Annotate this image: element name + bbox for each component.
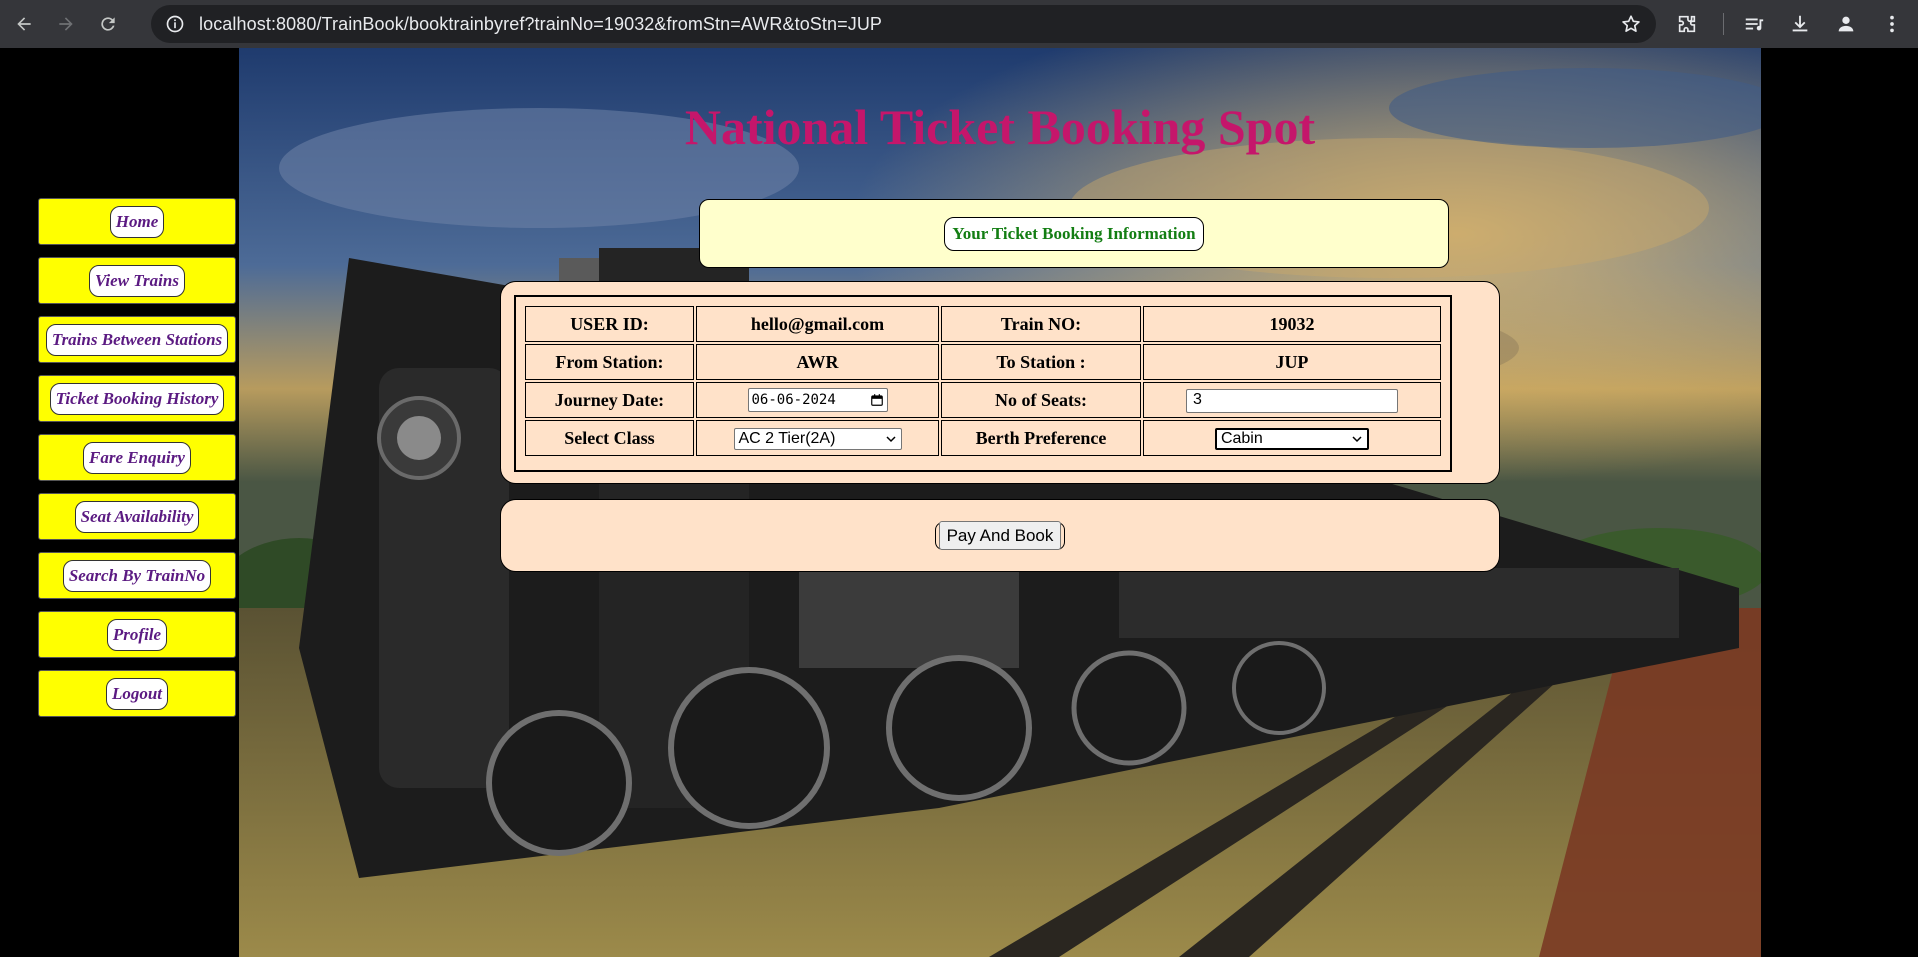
sidebar-item-view-trains[interactable]: View Trains — [38, 257, 236, 304]
site-info-icon[interactable] — [161, 10, 189, 38]
journey-date-label: Journey Date: — [525, 382, 694, 418]
select-class-label: Select Class — [525, 420, 694, 456]
train-no-label: Train NO: — [941, 306, 1141, 342]
star-icon[interactable] — [1620, 13, 1642, 35]
sidebar-link-view-trains[interactable]: View Trains — [89, 264, 185, 297]
class-select[interactable]: AC 2 Tier(2A) — [733, 427, 902, 450]
journey-date-value: 06-06-2024 — [751, 392, 836, 408]
class-select-value: AC 2 Tier(2A) — [738, 429, 836, 447]
sidebar-link-profile[interactable]: Profile — [106, 618, 168, 651]
extensions-button[interactable] — [1667, 4, 1707, 44]
user-id-value: hello@gmail.com — [695, 306, 940, 342]
browser-toolbar: localhost:8080/TrainBook/booktrainbyref?… — [0, 0, 1918, 48]
pay-button-frame: Pay And Book — [934, 520, 1066, 550]
booking-heading: Your Ticket Booking Information — [944, 216, 1204, 251]
booking-form-table: USER ID: hello@gmail.com Train NO: 19032… — [514, 295, 1452, 472]
sidebar-link-seat-availability[interactable]: Seat Availability — [74, 500, 200, 533]
profile-button[interactable] — [1826, 4, 1866, 44]
sidebar-item-profile[interactable]: Profile — [38, 611, 236, 658]
berth-preference-cell: Cabin — [1142, 420, 1441, 456]
arrow-right-icon — [59, 17, 73, 31]
download-icon — [1792, 15, 1808, 32]
playlist-icon — [1745, 18, 1764, 31]
table-row: From Station: AWR To Station : JUP — [525, 344, 1441, 380]
pay-panel: Pay And Book — [500, 499, 1500, 572]
booking-heading-panel: Your Ticket Booking Information — [699, 199, 1449, 268]
sidebar-link-search-by-trainno[interactable]: Search By TrainNo — [62, 559, 212, 592]
booking-grid: USER ID: hello@gmail.com Train NO: 19032… — [523, 304, 1443, 458]
table-row: Journey Date: 06-06-2024 No of Seats: 3 — [525, 382, 1441, 418]
more-vert-icon — [1890, 15, 1894, 33]
sidebar-item-seat-availability[interactable]: Seat Availability — [38, 493, 236, 540]
back-button[interactable] — [6, 6, 42, 42]
seats-cell: 3 — [1142, 382, 1441, 418]
table-row: Select Class AC 2 Tier(2A) Berth Prefere… — [525, 420, 1441, 456]
sidebar-item-search-by-trainno[interactable]: Search By TrainNo — [38, 552, 236, 599]
reading-list-button[interactable] — [1734, 4, 1774, 44]
berth-preference-label: Berth Preference — [941, 420, 1141, 456]
browser-actions — [1667, 0, 1918, 48]
select-class-cell: AC 2 Tier(2A) — [695, 420, 940, 456]
berth-select[interactable]: Cabin — [1214, 427, 1369, 450]
sidebar-item-home[interactable]: Home — [38, 198, 236, 245]
sidebar-link-home[interactable]: Home — [109, 205, 165, 238]
journey-date-input[interactable]: 06-06-2024 — [747, 388, 888, 412]
arrow-left-icon — [17, 17, 31, 31]
sidebar-item-ticket-booking-history[interactable]: Ticket Booking History — [38, 375, 236, 422]
reload-button[interactable] — [90, 6, 126, 42]
booking-form-panel: USER ID: hello@gmail.com Train NO: 19032… — [500, 281, 1500, 484]
chevron-down-icon — [1352, 435, 1362, 442]
toolbar-divider — [1723, 13, 1724, 35]
user-id-label: USER ID: — [525, 306, 694, 342]
puzzle-icon — [1678, 15, 1696, 33]
to-station-label: To Station : — [941, 344, 1141, 380]
berth-select-value: Cabin — [1220, 429, 1263, 447]
page-title: National Ticket Booking Spot — [684, 99, 1316, 155]
train-no-value: 19032 — [1142, 306, 1441, 342]
sidebar-item-fare-enquiry[interactable]: Fare Enquiry — [38, 434, 236, 481]
account-icon — [1838, 16, 1854, 32]
downloads-button[interactable] — [1780, 4, 1820, 44]
sidebar-link-trains-between-stations[interactable]: Trains Between Stations — [45, 323, 229, 356]
sidebar-item-trains-between-stations[interactable]: Trains Between Stations — [38, 316, 236, 363]
reload-icon — [101, 17, 115, 31]
from-station-value: AWR — [695, 344, 940, 380]
to-station-value: JUP — [1142, 344, 1441, 380]
address-bar[interactable]: localhost:8080/TrainBook/booktrainbyref?… — [151, 5, 1656, 43]
journey-date-cell: 06-06-2024 — [695, 382, 940, 418]
calendar-icon[interactable] — [870, 393, 884, 407]
sidebar-item-logout[interactable]: Logout — [38, 670, 236, 717]
page-content: National Ticket Booking Spot Home View T… — [0, 48, 1918, 957]
menu-button[interactable] — [1872, 4, 1912, 44]
pay-and-book-button[interactable]: Pay And Book — [938, 520, 1062, 550]
sidebar-link-ticket-booking-history[interactable]: Ticket Booking History — [49, 382, 225, 415]
sidebar-link-logout[interactable]: Logout — [105, 677, 169, 710]
url-text: localhost:8080/TrainBook/booktrainbyref?… — [199, 13, 883, 34]
seats-label: No of Seats: — [941, 382, 1141, 418]
chevron-down-icon — [885, 435, 896, 442]
from-station-label: From Station: — [525, 344, 694, 380]
seats-input[interactable]: 3 — [1185, 388, 1398, 413]
table-row: USER ID: hello@gmail.com Train NO: 19032 — [525, 306, 1441, 342]
sidebar-link-fare-enquiry[interactable]: Fare Enquiry — [83, 441, 191, 474]
forward-button[interactable] — [48, 6, 84, 42]
sidebar-nav: Home View Trains Trains Between Stations… — [38, 198, 238, 729]
